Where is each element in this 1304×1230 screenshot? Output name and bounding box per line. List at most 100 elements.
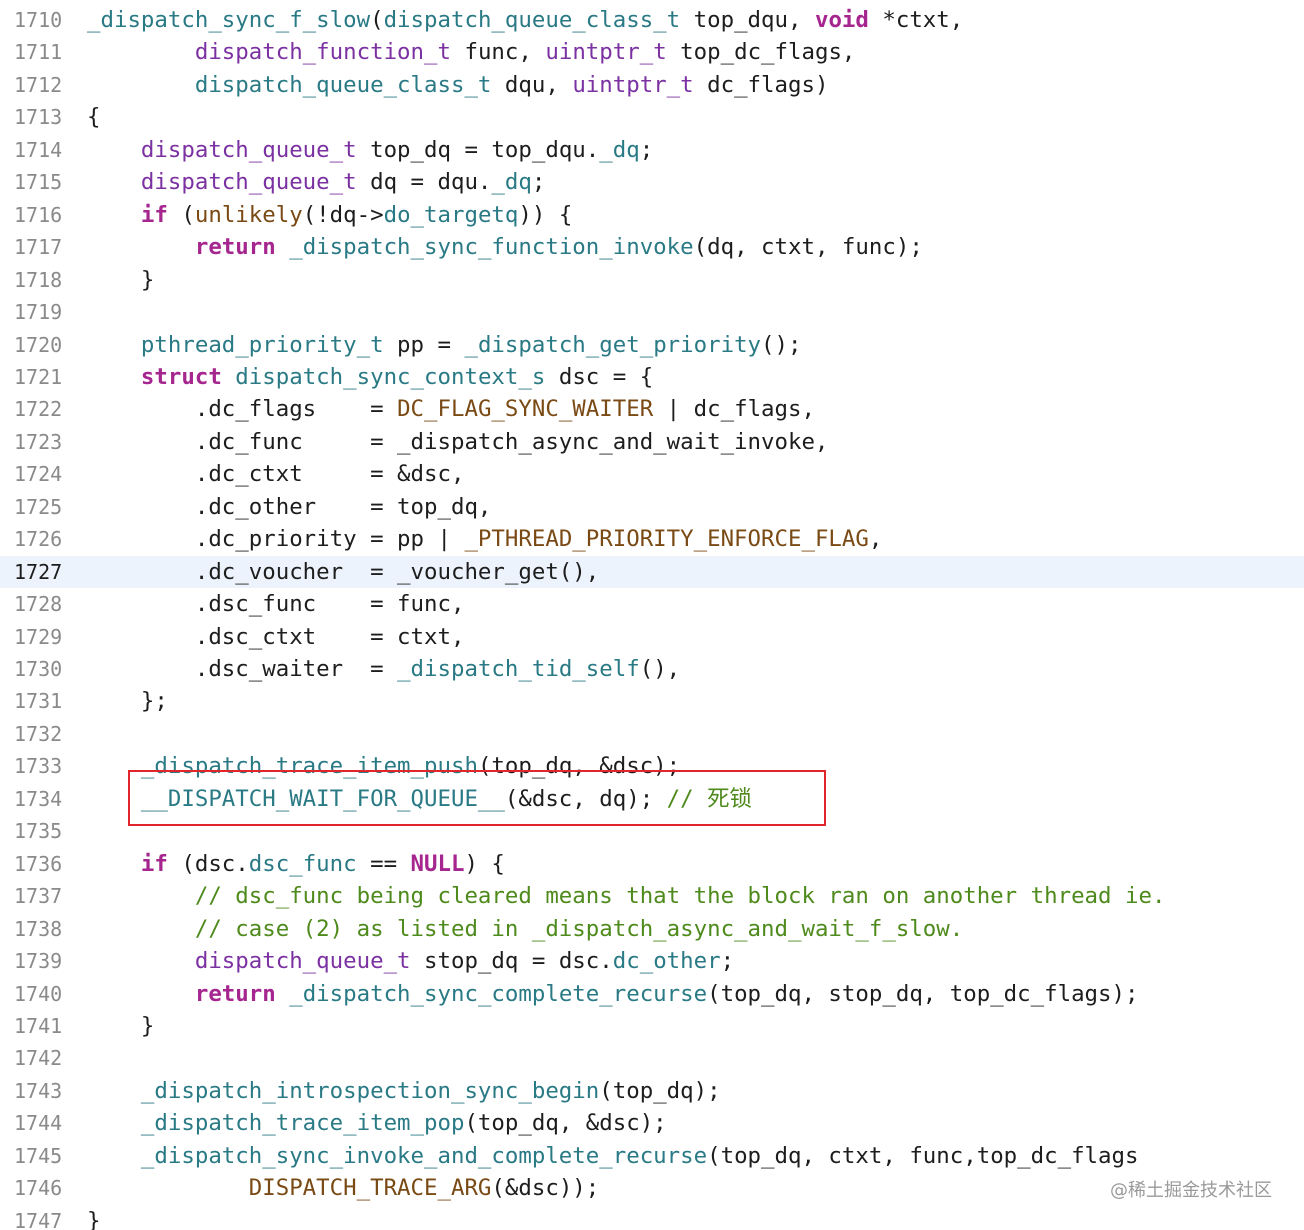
code-line-1738[interactable]: 1738 // case (2) as listed in _dispatch_… (0, 913, 1304, 945)
code-text: } (87, 1205, 100, 1230)
code-line-1725[interactable]: 1725 .dc_other = top_dq, (0, 491, 1304, 523)
code-line-1722[interactable]: 1722 .dc_flags = DC_FLAG_SYNC_WAITER | d… (0, 393, 1304, 425)
code-token: .dc_priority = pp | (87, 526, 465, 553)
line-number: 1730 (14, 657, 63, 681)
line-number: 1719 (14, 300, 63, 325)
code-line-1745[interactable]: 1745 _dispatch_sync_invoke_and_complete_… (0, 1140, 1304, 1172)
code-line-1736[interactable]: 1736 if (dsc.dsc_func == NULL) { (0, 848, 1304, 880)
code-token: void (814, 7, 869, 33)
code-token: _dispatch_trace_item_push (140, 753, 478, 780)
code-line-1742[interactable]: 1742 (0, 1042, 1304, 1074)
code-line-1710[interactable]: 1710 _dispatch_sync_f_slow(dispatch_queue… (0, 4, 1304, 36)
code-line-1747[interactable]: 1747} (0, 1205, 1304, 1230)
code-text: }; (87, 685, 168, 717)
code-token: (top_dq, stop_dq, top_dc_flags); (707, 980, 1139, 1007)
code-text: struct dispatch_sync_context_s dsc = { (87, 361, 653, 393)
code-line-1711[interactable]: 1711 dispatch_function_t func, uintptr_t… (0, 36, 1304, 68)
code-line-1727[interactable]: 1727 .dc_voucher = _voucher_get(), (0, 555, 1304, 588)
code-line-1715[interactable]: 1715 dispatch_queue_t dq = dqu._dq; (0, 166, 1304, 198)
code-token: uintptr_t (545, 39, 667, 66)
code-line-1737[interactable]: 1737 // dsc_func being cleared means tha… (0, 880, 1304, 912)
code-line-1714[interactable]: 1714 dispatch_queue_t top_dq = top_dqu._… (0, 134, 1304, 166)
line-number: 1725 (14, 494, 63, 519)
line-number: 1710 (14, 8, 63, 32)
code-text: dispatch_queue_class_t dqu, uintptr_t dc… (87, 69, 829, 101)
line-number: 1744 (14, 1111, 63, 1136)
line-number: 1716 (14, 202, 63, 227)
code-line-1734[interactable]: 1734 __DISPATCH_WAIT_FOR_QUEUE__(&dsc, d… (0, 783, 1304, 815)
code-editor[interactable]: 1710 _dispatch_sync_f_slow(dispatch_queue… (0, 0, 1304, 1230)
code-token: _dispatch_sync_f_slow (87, 7, 371, 33)
code-token: top_dqu, (680, 7, 815, 33)
code-text: _dispatch_sync_invoke_and_complete_recur… (87, 1140, 1139, 1172)
code-line-1746[interactable]: 1746 DISPATCH_TRACE_ARG(&dsc)); (0, 1172, 1304, 1204)
code-line-1719[interactable]: 1719 (0, 296, 1304, 328)
code-token: return (194, 980, 276, 1007)
line-number: 1720 (14, 332, 63, 357)
code-token: _dq (599, 136, 640, 163)
line-number: 1743 (14, 1078, 63, 1103)
code-token: _dispatch_sync_complete_recurse (289, 980, 708, 1007)
code-token: unlikely (194, 201, 303, 228)
line-number: 1732 (14, 721, 63, 746)
code-token: (!dq-> (302, 201, 384, 228)
code-text: __DISPATCH_WAIT_FOR_QUEUE__(&dsc, dq); /… (87, 783, 752, 815)
code-line-1740[interactable]: 1740 return _dispatch_sync_complete_recu… (0, 978, 1304, 1010)
code-token: _dispatch_sync_function_invoke (289, 234, 694, 261)
line-number: 1737 (14, 884, 63, 909)
code-line-1739[interactable]: 1739 dispatch_queue_t stop_dq = dsc.dc_o… (0, 945, 1304, 977)
code-line-1728[interactable]: 1728 .dsc_func = func, (0, 588, 1304, 620)
code-token: dc_other (612, 948, 721, 975)
code-line-1744[interactable]: 1744 _dispatch_trace_item_pop(top_dq, &d… (0, 1107, 1304, 1139)
code-token: uintptr_t (572, 71, 694, 98)
code-line-1712[interactable]: 1712 dispatch_queue_class_t dqu, uintptr… (0, 69, 1304, 101)
code-token: _dispatch_tid_self (397, 656, 640, 682)
line-number: 1745 (14, 1143, 63, 1168)
code-text: DISPATCH_TRACE_ARG(&dsc)); (87, 1172, 600, 1204)
code-text: .dsc_ctxt = ctxt, (87, 621, 465, 653)
code-line-1730[interactable]: 1730 .dsc_waiter = _dispatch_tid_self(), (0, 653, 1304, 685)
code-line-1721[interactable]: 1721 struct dispatch_sync_context_s dsc … (0, 361, 1304, 393)
code-token: .dsc_func = func, (87, 591, 465, 618)
code-line-1743[interactable]: 1743 _dispatch_introspection_sync_begin(… (0, 1075, 1304, 1107)
line-number: 1724 (14, 462, 63, 487)
line-number: 1712 (14, 72, 63, 97)
code-token: , (868, 526, 883, 553)
code-text: .dc_flags = DC_FLAG_SYNC_WAITER | dc_fla… (87, 393, 815, 425)
code-token: (dsc. (167, 850, 249, 877)
code-line-1717[interactable]: 1717 return _dispatch_sync_function_invo… (0, 231, 1304, 263)
code-text: _dispatch_sync_f_slow(dispatch_queue_cla… (87, 4, 963, 36)
line-number: 1735 (14, 819, 63, 844)
code-token: *ctxt, (868, 7, 964, 33)
code-line-1726[interactable]: 1726 .dc_priority = pp | _PTHREAD_PRIORI… (0, 523, 1304, 555)
code-line-1733[interactable]: 1733 _dispatch_trace_item_push(top_dq, &… (0, 750, 1304, 782)
code-line-1716[interactable]: 1716 if (unlikely(!dq->do_targetq)) { (0, 199, 1304, 231)
code-line-1723[interactable]: 1723 .dc_func = _dispatch_async_and_wait… (0, 426, 1304, 458)
code-line-1720[interactable]: 1720 pthread_priority_t pp = _dispatch_g… (0, 329, 1304, 361)
code-line-1713[interactable]: 1713 { (0, 101, 1304, 133)
code-line-1718[interactable]: 1718 } (0, 264, 1304, 296)
code-token: top_dc_flags, (666, 39, 856, 66)
code-line-1724[interactable]: 1724 .dc_ctxt = &dsc, (0, 458, 1304, 490)
code-line-1729[interactable]: 1729 .dsc_ctxt = ctxt, (0, 621, 1304, 653)
code-token: _dq (491, 169, 532, 196)
code-text: .dc_other = top_dq, (87, 491, 492, 523)
code-token: _dispatch_sync_invoke_and_complete_recur… (140, 1142, 708, 1169)
line-number: 1722 (14, 397, 63, 422)
code-line-1735[interactable]: 1735 (0, 815, 1304, 847)
code-line-1731[interactable]: 1731 }; (0, 685, 1304, 717)
code-token: .dc_ctxt = &dsc, (87, 461, 465, 488)
code-line-1741[interactable]: 1741 } (0, 1010, 1304, 1042)
code-line-1732[interactable]: 1732 (0, 718, 1304, 750)
code-text: _dispatch_trace_item_pop(top_dq, &dsc); (87, 1107, 667, 1139)
code-token: == (356, 850, 411, 877)
code-token: (&dsc, dq); (504, 785, 667, 812)
watermark: @稀土掘金技术社区 (1110, 1180, 1272, 1201)
